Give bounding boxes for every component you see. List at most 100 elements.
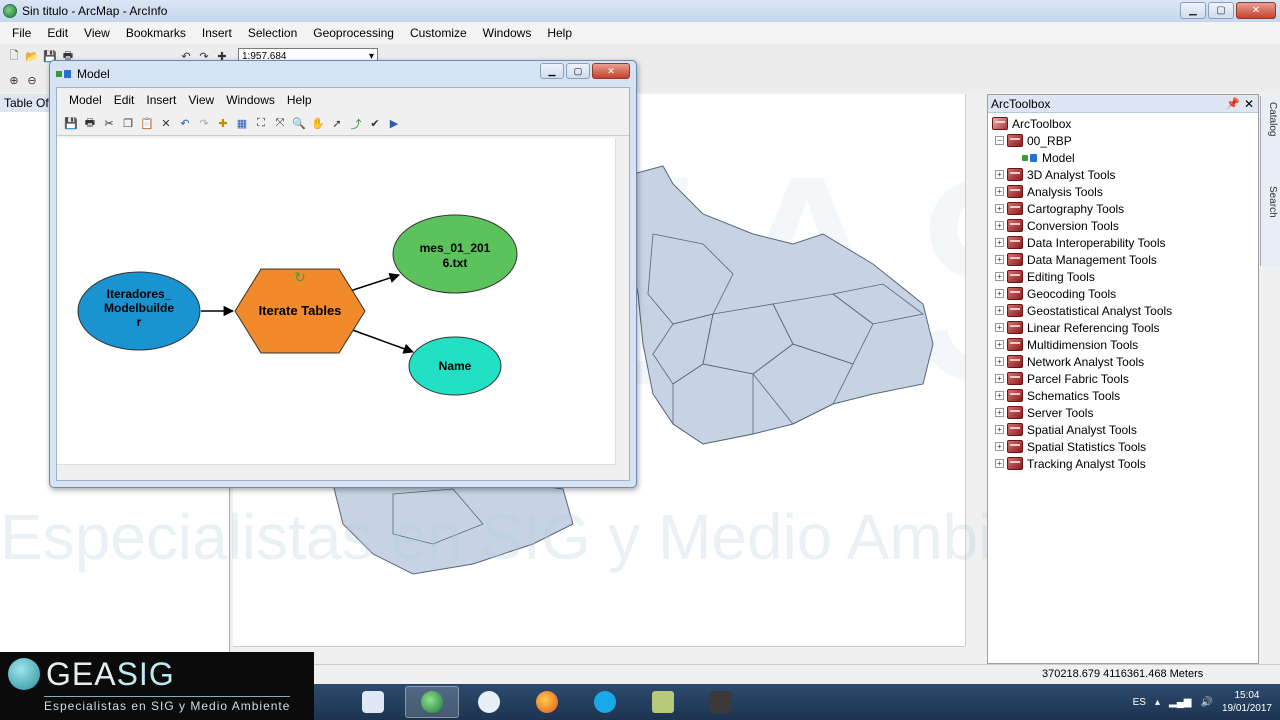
maximize-button[interactable]: ▢	[1208, 2, 1234, 19]
toolbox-item[interactable]: + Parcel Fabric Tools	[992, 370, 1258, 387]
expand-icon[interactable]: +	[995, 221, 1004, 230]
clock[interactable]: 15:04 19/01/2017	[1222, 689, 1272, 715]
new-document-icon[interactable]: 🗋	[6, 48, 22, 64]
run-icon[interactable]: ▶	[386, 116, 402, 132]
taskbar-firefox[interactable]	[520, 686, 574, 718]
taskbar-app-3[interactable]	[462, 686, 516, 718]
model-menu-help[interactable]: Help	[281, 93, 318, 107]
menu-help[interactable]: Help	[539, 22, 580, 44]
redo-icon[interactable]: ↷	[196, 116, 212, 132]
fixed-zoom-icon[interactable]: ⤧	[272, 116, 288, 132]
menu-insert[interactable]: Insert	[194, 22, 240, 44]
model-close-button[interactable]: ✕	[592, 63, 630, 79]
expand-icon[interactable]: +	[995, 204, 1004, 213]
delete-icon[interactable]: ✕	[158, 116, 174, 132]
taskbar-app-1[interactable]	[346, 686, 400, 718]
auto-layout-icon[interactable]: ▦	[234, 116, 250, 132]
expand-icon[interactable]: +	[995, 272, 1004, 281]
expand-icon[interactable]: +	[995, 255, 1004, 264]
toolbox-item[interactable]: + Data Interoperability Tools	[992, 234, 1258, 251]
cut-icon[interactable]: ✂	[101, 116, 117, 132]
minimize-button[interactable]: ▁	[1180, 2, 1206, 19]
expand-icon[interactable]: +	[995, 459, 1004, 468]
model-menu-view[interactable]: View	[182, 93, 220, 107]
toolbox-item[interactable]: + Conversion Tools	[992, 217, 1258, 234]
expand-icon[interactable]: +	[995, 391, 1004, 400]
model-minimize-button[interactable]: ▁	[540, 63, 564, 79]
toolbox-item[interactable]: + Schematics Tools	[992, 387, 1258, 404]
menu-bookmarks[interactable]: Bookmarks	[118, 22, 194, 44]
copy-icon[interactable]: ❐	[120, 116, 136, 132]
model-menu-edit[interactable]: Edit	[108, 93, 141, 107]
close-button[interactable]: ✕	[1236, 2, 1276, 19]
menu-selection[interactable]: Selection	[240, 22, 305, 44]
zoom-icon[interactable]: 🔍	[291, 116, 307, 132]
save-icon[interactable]: 💾	[63, 116, 79, 132]
expand-icon[interactable]: +	[995, 170, 1004, 179]
toolbox-item[interactable]: + Multidimension Tools	[992, 336, 1258, 353]
map-vertical-scrollbar[interactable]	[965, 94, 981, 646]
model-horizontal-scrollbar[interactable]	[57, 464, 617, 480]
toolbox-item[interactable]: + Linear Referencing Tools	[992, 319, 1258, 336]
add-data-icon[interactable]: ✚	[215, 116, 231, 132]
validate-icon[interactable]: ✔	[367, 116, 383, 132]
model-vertical-scrollbar[interactable]	[615, 138, 629, 466]
expand-icon[interactable]: +	[995, 442, 1004, 451]
toolbox-item[interactable]: + Tracking Analyst Tools	[992, 455, 1258, 472]
taskbar-camera[interactable]	[694, 686, 748, 718]
menu-edit[interactable]: Edit	[39, 22, 76, 44]
collapse-icon[interactable]: −	[995, 136, 1004, 145]
toolbox-item[interactable]: + Cartography Tools	[992, 200, 1258, 217]
toolbox-item[interactable]: + Editing Tools	[992, 268, 1258, 285]
expand-icon[interactable]: +	[995, 408, 1004, 417]
pan-icon[interactable]: ✋	[310, 116, 326, 132]
undo-icon[interactable]: ↶	[177, 116, 193, 132]
menu-file[interactable]: File	[4, 22, 39, 44]
toolbox-item[interactable]: − 00_RBP	[992, 132, 1258, 149]
menu-view[interactable]: View	[76, 22, 118, 44]
language-indicator[interactable]: ES	[1133, 697, 1146, 708]
close-icon[interactable]: ✕	[1244, 95, 1254, 113]
expand-icon[interactable]: +	[995, 187, 1004, 196]
expand-icon[interactable]: +	[995, 289, 1004, 298]
toolbox-item[interactable]: + Data Management Tools	[992, 251, 1258, 268]
toolbox-item[interactable]: + Server Tools	[992, 404, 1258, 421]
zoom-out-icon[interactable]: ⊖	[24, 72, 40, 88]
open-folder-icon[interactable]: 📂	[24, 48, 40, 64]
toolbox-item[interactable]: + Geostatistical Analyst Tools	[992, 302, 1258, 319]
expand-icon[interactable]: +	[995, 306, 1004, 315]
toolbox-item[interactable]: + Spatial Statistics Tools	[992, 438, 1258, 455]
taskbar-skype[interactable]	[578, 686, 632, 718]
menu-customize[interactable]: Customize	[402, 22, 475, 44]
catalog-tab[interactable]: Catalog	[1264, 102, 1278, 136]
map-horizontal-scrollbar[interactable]	[233, 646, 965, 662]
network-icon[interactable]: ▂▄▆	[1169, 697, 1191, 708]
model-canvas[interactable]: Iteradores_ Modelbuilde r ↻ Iterate Tabl…	[57, 138, 617, 466]
pin-icon[interactable]: 📌	[1226, 95, 1240, 113]
expand-icon[interactable]: +	[995, 357, 1004, 366]
expand-icon[interactable]: +	[995, 323, 1004, 332]
model-maximize-button[interactable]: ▢	[566, 63, 590, 79]
select-icon[interactable]: ➚	[329, 116, 345, 132]
toolbox-item[interactable]: + Spatial Analyst Tools	[992, 421, 1258, 438]
paste-icon[interactable]: 📋	[139, 116, 155, 132]
menu-geoprocessing[interactable]: Geoprocessing	[305, 22, 402, 44]
search-tab[interactable]: Search	[1264, 186, 1278, 218]
expand-icon[interactable]: +	[995, 425, 1004, 434]
zoom-in-icon[interactable]: ⊕	[6, 72, 22, 88]
print-icon[interactable]: 🖶	[82, 116, 98, 132]
connect-icon[interactable]: ⤴	[348, 116, 364, 132]
toolbox-item[interactable]: + Analysis Tools	[992, 183, 1258, 200]
toolbox-item[interactable]: + Network Analyst Tools	[992, 353, 1258, 370]
toolbox-item[interactable]: +3D Analyst Tools	[992, 166, 1258, 183]
toolbox-root[interactable]: ArcToolbox	[992, 115, 1258, 132]
toolbox-item[interactable]: + Geocoding Tools	[992, 285, 1258, 302]
taskbar-app-6[interactable]	[636, 686, 690, 718]
model-menu-model[interactable]: Model	[63, 93, 108, 107]
volume-icon[interactable]: 🔊	[1200, 697, 1212, 708]
full-extent-icon[interactable]: ⛶	[253, 116, 269, 132]
tray-chevron-icon[interactable]: ▴	[1155, 697, 1160, 708]
expand-icon[interactable]: +	[995, 238, 1004, 247]
toolbox-item[interactable]: Model	[992, 149, 1258, 166]
expand-icon[interactable]: +	[995, 340, 1004, 349]
